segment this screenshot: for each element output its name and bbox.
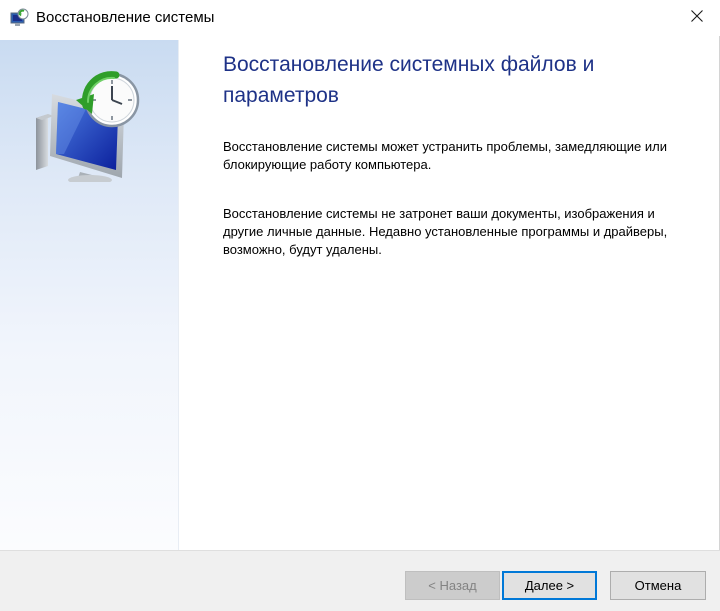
description-paragraph-1: Восстановление системы может устранить п…	[223, 139, 667, 172]
title-bar: Восстановление системы	[0, 0, 720, 36]
wizard-footer: < Назад Далее > Отмена	[0, 550, 720, 611]
wizard-banner	[0, 40, 179, 550]
system-restore-icon	[9, 8, 29, 28]
system-restore-monitor-clock-icon	[34, 70, 146, 185]
next-button[interactable]: Далее >	[502, 571, 597, 600]
back-button[interactable]: < Назад	[405, 571, 500, 600]
close-button[interactable]	[674, 0, 720, 36]
close-icon	[691, 9, 703, 27]
window-title: Восстановление системы	[36, 9, 215, 26]
cancel-button[interactable]: Отмена	[610, 571, 706, 600]
page-title: Восстановление системных файлов и параме…	[223, 53, 595, 107]
system-restore-dialog: Восстановление системы Восстановление си…	[0, 0, 720, 611]
description-paragraph-2: Восстановление системы не затронет ваши …	[223, 206, 668, 257]
